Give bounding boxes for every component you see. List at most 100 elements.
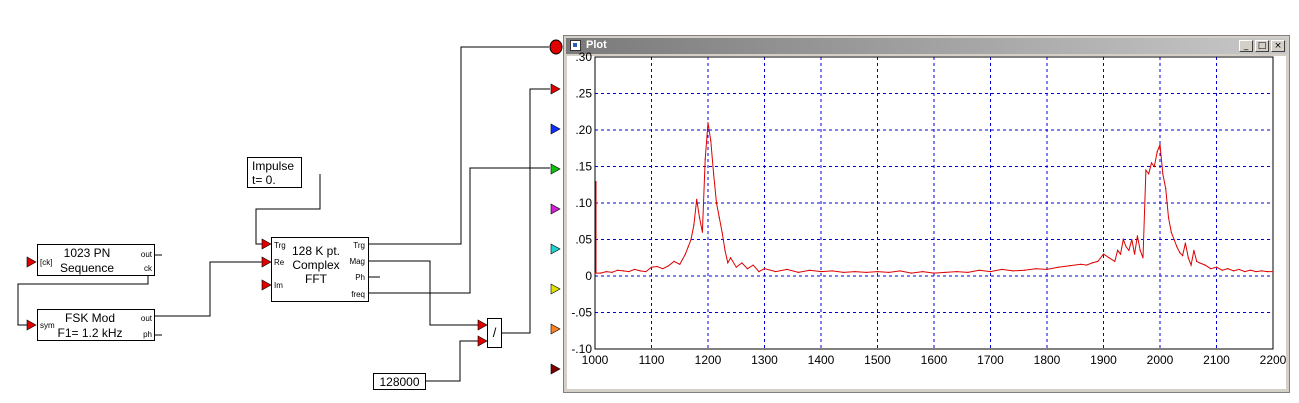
spectrum-data-point	[594, 272, 596, 274]
spectrum-data-point	[730, 257, 732, 259]
spectrum-data-point	[1080, 263, 1082, 265]
spectrum-data-point	[967, 271, 969, 273]
spectrum-data-point	[696, 198, 698, 200]
spectrum-data-point	[1102, 253, 1105, 255]
spectrum-data-point	[704, 158, 706, 160]
spectrum-data-point	[698, 217, 701, 219]
spectrum-data-point	[1148, 173, 1150, 175]
spectrum-data-point	[1122, 238, 1124, 241]
spectrum-data-point	[707, 122, 709, 124]
spectrum-data-point	[1128, 249, 1130, 251]
spectrum-data-point	[1156, 151, 1158, 153]
spectrum-data-point	[1134, 253, 1136, 255]
spectrum-data-point	[713, 173, 715, 175]
spectrum-data-point	[1266, 271, 1268, 273]
spectrum-data-point	[775, 271, 777, 273]
x-tick-label: 2100	[1203, 353, 1230, 367]
spectrum-data-point	[679, 263, 681, 265]
spectrum-data-point	[1261, 270, 1263, 272]
spectrum-data-point	[645, 271, 647, 273]
y-tick-label: -.10	[571, 342, 592, 356]
spectrum-data-point	[1150, 162, 1153, 164]
spectrum-data-point	[1139, 249, 1141, 251]
x-tick-label: 1100	[639, 353, 665, 367]
spectrum-data-point	[786, 268, 788, 270]
spectrum-data-point	[1159, 144, 1161, 146]
x-tick-label: 1300	[751, 353, 778, 367]
spectrum-data-point	[752, 264, 754, 266]
spectrum-data-point	[1131, 238, 1133, 241]
spectrum-data-point	[1117, 249, 1119, 251]
spectrum-data-point	[1012, 270, 1014, 272]
spectrum-data-point	[1221, 269, 1223, 271]
spectrum-data-point	[978, 269, 980, 271]
spectrum-data-point	[1255, 271, 1257, 273]
spectrum-data-point	[724, 249, 726, 251]
y-tick-label: .15	[575, 160, 592, 174]
spectrum-data-point	[758, 271, 760, 273]
spectrum-data-point	[628, 271, 630, 273]
spectrum-data-point	[1162, 173, 1164, 175]
spectrum-data-point	[820, 271, 822, 273]
y-tick-label: 0	[585, 269, 592, 283]
spectrum-data-point	[1173, 238, 1175, 241]
spectrum-data-point	[1165, 187, 1167, 189]
spectrum-data-point	[1204, 264, 1206, 266]
spectrum-data-point	[910, 272, 913, 274]
spectrum-data-point	[650, 266, 653, 268]
spectrum-data-point	[1210, 268, 1212, 270]
spectrum-data-point	[1193, 249, 1195, 251]
spectrum-data-point	[1244, 271, 1246, 273]
spectrum-data-point	[899, 270, 901, 272]
spectrum-data-point	[727, 262, 729, 264]
spectrum-data-point	[1182, 255, 1184, 257]
x-tick-label: 2000	[1147, 353, 1174, 367]
spectrum-data-point	[693, 224, 695, 226]
x-tick-label: 1700	[977, 353, 1004, 367]
x-tick-label: 1600	[921, 353, 948, 367]
spectrum-data-point	[1125, 246, 1127, 248]
spectrum-data-point	[763, 268, 766, 270]
spectrum-data-point	[1035, 268, 1037, 270]
spectrum-data-point	[1119, 253, 1122, 255]
x-tick-label: 1200	[695, 353, 722, 367]
x-tick-label: 1500	[864, 353, 891, 367]
spectrum-data-point	[843, 271, 845, 273]
y-tick-label: .10	[575, 196, 592, 210]
spectrum-data-point	[797, 271, 800, 273]
spectrum-data-point	[690, 238, 692, 241]
spectrum-data-point	[1184, 242, 1186, 244]
y-tick-label: .30	[575, 50, 592, 64]
spectrum-data-point	[1114, 260, 1116, 262]
spectrum-data-point	[741, 262, 743, 264]
spectrum-data-point	[944, 271, 946, 273]
spectrum-plot: 1000 1100 1200 1300 1400 1500 1600 1700 1800 1900…	[571, 50, 1287, 367]
y-tick-label: -.05	[571, 306, 592, 320]
spectrum-data-point	[865, 271, 867, 273]
spectrum-data-point	[809, 269, 811, 271]
spectrum-data-point	[1145, 169, 1147, 171]
spectrum-data-point	[687, 246, 689, 248]
spectrum-data-point	[1136, 235, 1138, 237]
spectrum-data-point	[639, 270, 641, 272]
spectrum-data-point	[854, 271, 856, 273]
spectrum-data-point	[701, 231, 704, 233]
spectrum-data-point	[710, 140, 712, 142]
spectrum-data-point	[1069, 265, 1071, 267]
spectrum-data-point	[989, 271, 992, 273]
spectrum-data-point	[1232, 270, 1235, 272]
spectrum-data-point	[1215, 266, 1218, 268]
spectrum-data-point	[1190, 264, 1192, 266]
spectrum-data-point	[933, 272, 935, 274]
spectrum-data-point	[721, 231, 723, 233]
spectrum-data-point	[1091, 262, 1093, 264]
spectrum-data-point	[1170, 231, 1172, 233]
spectrum-data-point	[662, 268, 664, 270]
spectrum-data-point	[1167, 217, 1170, 219]
x-tick-label: 2200	[1260, 353, 1287, 367]
spectrum-data-point	[922, 271, 924, 273]
spectrum-data-point	[1057, 266, 1059, 268]
spectrum-data-point	[1272, 271, 1274, 273]
spectrum-data-point	[1142, 257, 1144, 259]
spectrum-data-point	[718, 217, 720, 219]
